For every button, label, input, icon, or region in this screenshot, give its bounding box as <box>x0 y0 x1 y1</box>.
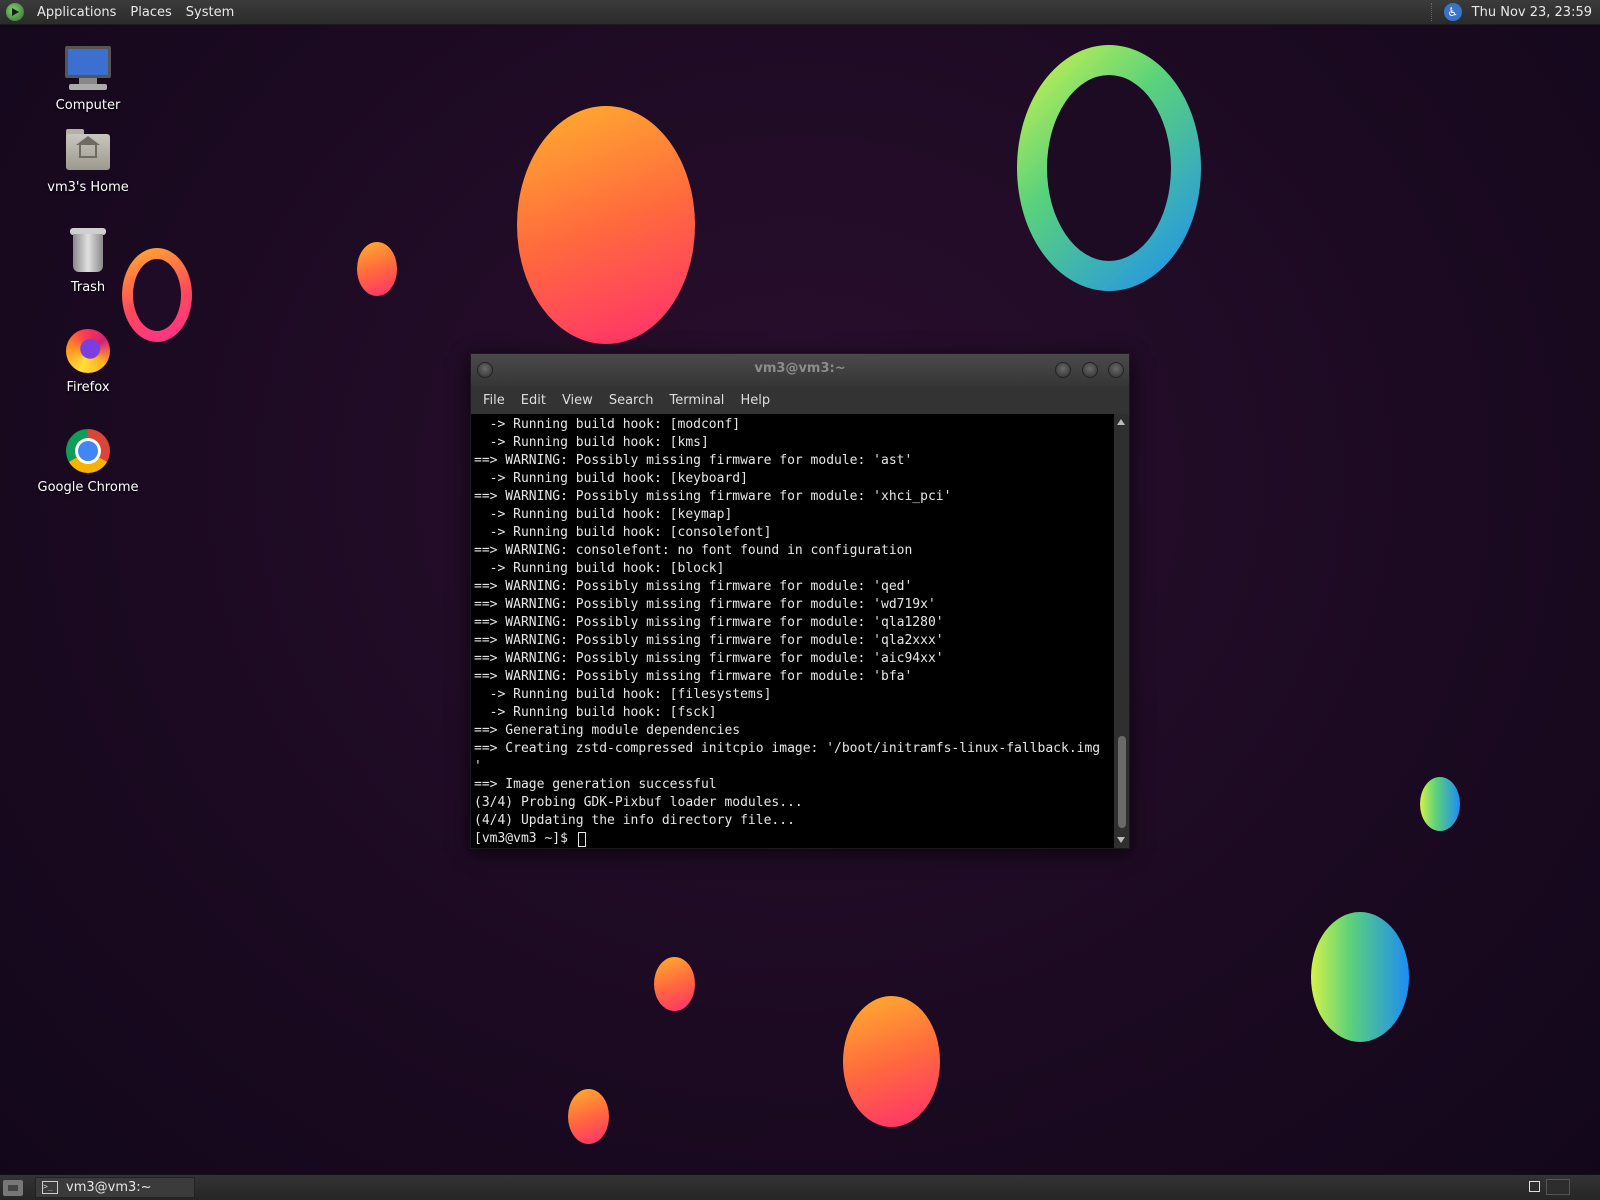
desktop-icon-computer[interactable]: Computer <box>28 44 148 113</box>
terminal-line: ' <box>474 759 482 774</box>
accessibility-icon[interactable]: ♿ <box>1443 3 1462 21</box>
terminal-line: ==> WARNING: Possibly missing firmware f… <box>474 615 944 630</box>
terminal-line: -> Running build hook: [modconf] <box>474 417 741 432</box>
desktop-icon-firefox[interactable]: Firefox <box>28 326 148 395</box>
scroll-up-arrow-icon[interactable] <box>1117 419 1125 425</box>
taskbar-window-button[interactable]: >_ vm3@vm3:~ <box>35 1177 195 1198</box>
places-menu[interactable]: Places <box>123 5 178 20</box>
minimize-button[interactable] <box>1055 362 1071 378</box>
maximize-button[interactable] <box>1082 362 1098 378</box>
terminal-line: ==> WARNING: Possibly missing firmware f… <box>474 633 944 648</box>
terminal-titlebar[interactable]: vm3@vm3:~ <box>471 354 1129 386</box>
home-folder-icon <box>63 126 113 176</box>
terminal-scrollbar[interactable] <box>1114 414 1129 848</box>
terminal-line: ==> Creating zstd-compressed initcpio im… <box>474 741 1101 756</box>
desktop-icon-label: vm3's Home <box>47 180 129 195</box>
top-panel: Applications Places System ♿ Thu Nov 23,… <box>0 0 1600 25</box>
terminal-line: (3/4) Probing GDK-Pixbuf loader modules.… <box>474 795 803 810</box>
terminal-menubar: File Edit View Search Terminal Help <box>471 386 1129 414</box>
terminal-line: ==> WARNING: Possibly missing firmware f… <box>474 453 913 468</box>
firefox-icon <box>63 326 113 376</box>
clock[interactable]: Thu Nov 23, 23:59 <box>1472 5 1592 20</box>
desktop-icon-label: Google Chrome <box>37 480 139 495</box>
taskbar-window-label: vm3@vm3:~ <box>66 1180 152 1195</box>
terminal-line: ==> WARNING: Possibly missing firmware f… <box>474 489 952 504</box>
wallpaper-blob <box>517 106 695 344</box>
terminal-line: ==> WARNING: Possibly missing firmware f… <box>474 651 944 666</box>
desktop-icon-trash[interactable]: Trash <box>28 226 148 295</box>
computer-icon <box>63 44 113 94</box>
applications-menu[interactable]: Applications <box>30 5 123 20</box>
mate-logo-icon[interactable] <box>6 3 24 21</box>
menu-search[interactable]: Search <box>601 393 662 408</box>
scroll-down-arrow-icon[interactable] <box>1117 837 1125 843</box>
wallpaper-blob <box>568 1089 609 1144</box>
system-menu[interactable]: System <box>179 5 241 20</box>
terminal-line: -> Running build hook: [consolefont] <box>474 525 772 540</box>
terminal-line: -> Running build hook: [block] <box>474 561 725 576</box>
menu-terminal[interactable]: Terminal <box>661 393 732 408</box>
chrome-icon <box>63 426 113 476</box>
menu-view[interactable]: View <box>554 393 601 408</box>
prompt-text: [vm3@vm3 ~]$ <box>474 831 576 846</box>
panel-tray: ♿ Thu Nov 23, 23:59 <box>1430 0 1592 24</box>
wallpaper-blob <box>1420 777 1460 831</box>
close-button[interactable] <box>1108 362 1124 378</box>
wallpaper-blob <box>357 242 397 296</box>
terminal-line: ==> WARNING: Possibly missing firmware f… <box>474 579 913 594</box>
terminal-icon: >_ <box>42 1181 58 1194</box>
terminal-window[interactable]: vm3@vm3:~ File Edit View Search Terminal… <box>470 353 1130 849</box>
workspace-pager[interactable] <box>1546 1179 1570 1195</box>
scroll-thumb[interactable] <box>1118 736 1126 828</box>
wallpaper-blob <box>1311 912 1409 1042</box>
terminal-line: ==> WARNING: Possibly missing firmware f… <box>474 669 913 684</box>
terminal-line: ==> Image generation successful <box>474 777 717 792</box>
terminal-line: ==> WARNING: consolefont: no font found … <box>474 543 913 558</box>
menu-edit[interactable]: Edit <box>513 393 554 408</box>
trash-icon <box>63 226 113 276</box>
terminal-lines: -> Running build hook: [modconf] -> Runn… <box>471 414 1114 830</box>
terminal-line: -> Running build hook: [filesystems] <box>474 687 772 702</box>
text-cursor <box>577 831 586 847</box>
terminal-line: -> Running build hook: [keyboard] <box>474 471 748 486</box>
workspace-switcher-icon[interactable] <box>1529 1181 1540 1192</box>
terminal-output[interactable]: -> Running build hook: [modconf] -> Runn… <box>471 414 1114 848</box>
wallpaper-ring <box>1017 45 1201 291</box>
panel-separator <box>1430 3 1434 21</box>
terminal-line: -> Running build hook: [keymap] <box>474 507 733 522</box>
wallpaper-blob <box>843 996 940 1127</box>
show-desktop-icon[interactable] <box>3 1179 23 1196</box>
desktop-icon-label: Computer <box>55 98 121 113</box>
desktop-icon-chrome[interactable]: Google Chrome <box>28 426 148 495</box>
desktop-icon-label: Firefox <box>66 380 110 395</box>
terminal-line: -> Running build hook: [kms] <box>474 435 709 450</box>
terminal-line: ==> Generating module dependencies <box>474 723 741 738</box>
bottom-panel: >_ vm3@vm3:~ <box>0 1174 1600 1200</box>
terminal-line: ==> WARNING: Possibly missing firmware f… <box>474 597 936 612</box>
menu-help[interactable]: Help <box>732 393 778 408</box>
terminal-prompt[interactable]: [vm3@vm3 ~]$ <box>471 830 1114 848</box>
wallpaper-blob <box>654 957 695 1011</box>
window-title: vm3@vm3:~ <box>754 361 846 376</box>
desktop-icon-home[interactable]: vm3's Home <box>28 126 148 195</box>
terminal-line: (4/4) Updating the info directory file..… <box>474 813 795 828</box>
terminal-line: -> Running build hook: [fsck] <box>474 705 717 720</box>
desktop-icon-label: Trash <box>70 280 106 295</box>
menu-file[interactable]: File <box>475 393 513 408</box>
